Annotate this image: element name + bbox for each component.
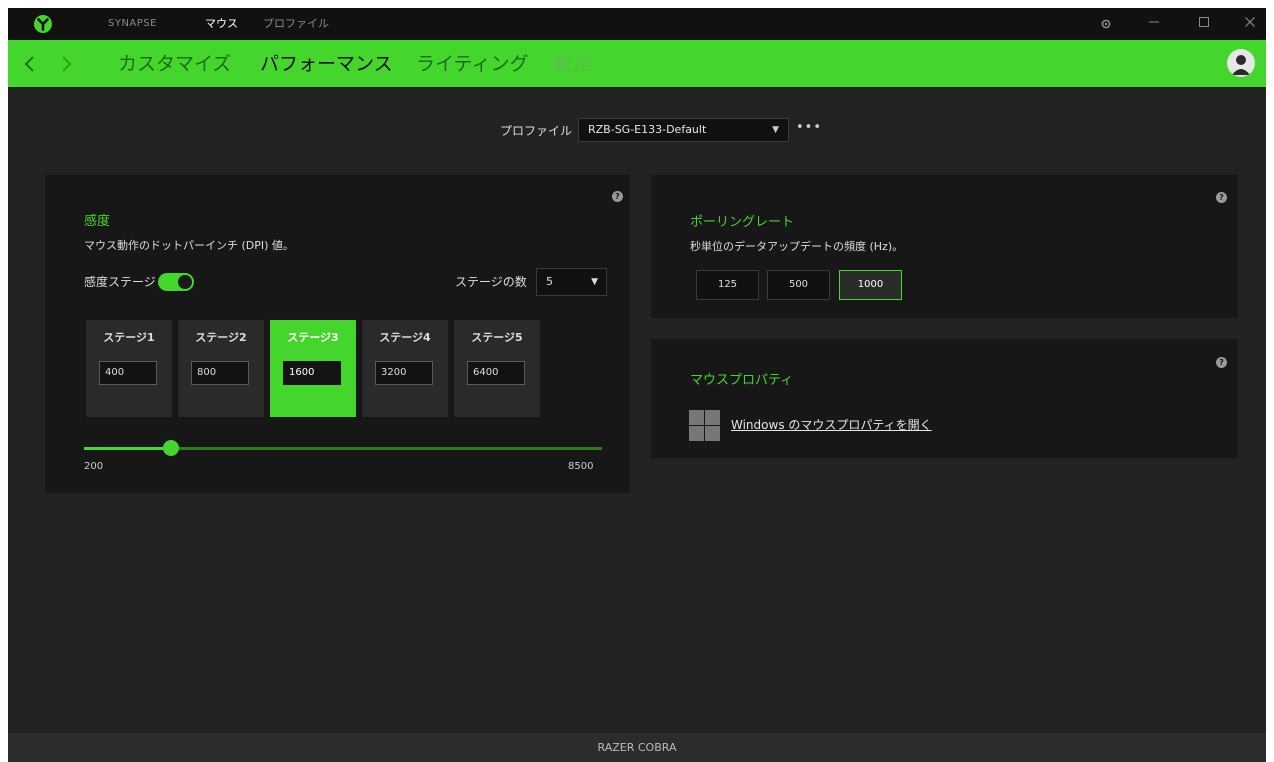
dpi-min-label: 200 [84, 461, 104, 472]
polling-500-button[interactable]: 500 [767, 270, 830, 300]
synapse-tab[interactable]: SYNAPSE [108, 17, 157, 31]
mouse-properties-title: マウスプロパティ [690, 373, 794, 388]
close-icon[interactable] [1242, 16, 1258, 32]
sensitivity-panel: ? 感度 マウス動作のドットパーインチ (DPI) 値。 感度ステージ ステージ… [45, 175, 630, 493]
stage-card-4[interactable]: ステージ4 3200 [362, 320, 448, 417]
mouse-tab[interactable]: マウス [205, 17, 238, 31]
sensitivity-stages-toggle[interactable] [158, 273, 194, 291]
stage-label: ステージ4 [379, 331, 431, 344]
device-name: RAZER COBRA [597, 741, 677, 754]
synapse-window: SYNAPSE マウス プロファイル カスタマイズ パフォーマンス ライティング… [8, 8, 1266, 762]
forward-arrow-icon[interactable] [58, 54, 74, 74]
stage-card-2[interactable]: ステージ2 800 [178, 320, 264, 417]
windows-mouse-properties-link[interactable]: Windows のマウスプロパティを開く [731, 417, 932, 433]
stage-dpi-input[interactable]: 6400 [467, 361, 525, 385]
tab-performance[interactable]: パフォーマンス [260, 52, 393, 76]
back-arrow-icon[interactable] [22, 54, 38, 74]
stage-count-value: 5 [546, 275, 553, 288]
polling-rate-description: 秒単位のデータアップデートの頻度 (Hz)。 [690, 240, 904, 253]
stage-card-1[interactable]: ステージ1 400 [86, 320, 172, 417]
polling-125-button[interactable]: 125 [696, 270, 759, 300]
stage-label: ステージ5 [471, 331, 523, 344]
profile-dropdown[interactable]: RZB-SG-E133-Default ▼ [578, 118, 789, 142]
polling-1000-button[interactable]: 1000 [839, 270, 902, 300]
maximize-icon[interactable] [1196, 16, 1212, 32]
stage-count-dropdown[interactable]: 5 ▼ [536, 268, 607, 296]
tab-lighting[interactable]: ライティング [416, 52, 528, 76]
help-icon[interactable]: ? [1216, 192, 1227, 203]
nav-bar: カスタマイズ パフォーマンス ライティング 較正 [8, 40, 1266, 87]
dpi-slider-track[interactable] [84, 440, 602, 456]
sensitivity-stages-label: 感度ステージ [84, 275, 156, 289]
title-bar: SYNAPSE マウス プロファイル [8, 8, 1266, 40]
minimize-icon[interactable] [1146, 16, 1162, 32]
stage-count-label: ステージの数 [455, 275, 527, 289]
mouse-properties-panel: ? マウスプロパティ Windows のマウスプロパティを開く [651, 339, 1238, 458]
user-avatar-icon[interactable] [1227, 49, 1255, 77]
profile-tab[interactable]: プロファイル [263, 17, 329, 31]
stage-dpi-input[interactable]: 400 [99, 361, 157, 385]
windows-logo-icon [689, 410, 720, 441]
device-footer: RAZER COBRA [8, 733, 1266, 762]
stage-label: ステージ1 [103, 331, 155, 344]
profile-selected-value: RZB-SG-E133-Default [588, 123, 707, 136]
chevron-down-icon: ▼ [772, 125, 779, 135]
stage-dpi-input[interactable]: 800 [191, 361, 249, 385]
sensitivity-title: 感度 [84, 214, 111, 229]
help-icon[interactable]: ? [612, 191, 623, 202]
stage-card-3[interactable]: ステージ3 1600 [270, 320, 356, 417]
dpi-max-label: 8500 [568, 461, 594, 472]
settings-icon[interactable] [1098, 16, 1114, 32]
more-options-button[interactable]: ••• [796, 120, 822, 135]
stage-dpi-input[interactable]: 3200 [375, 361, 433, 385]
polling-rate-title: ポーリングレート [690, 215, 795, 230]
chevron-down-icon: ▼ [591, 277, 598, 287]
dpi-slider-thumb[interactable] [163, 440, 180, 456]
razer-logo-icon[interactable] [33, 14, 53, 34]
tab-customize[interactable]: カスタマイズ [118, 52, 231, 76]
stage-dpi-input[interactable]: 1600 [283, 361, 341, 385]
tab-calibration[interactable]: 較正 [554, 52, 592, 76]
help-icon[interactable]: ? [1216, 357, 1227, 368]
stage-card-5[interactable]: ステージ5 6400 [454, 320, 540, 417]
dpi-slider-fill [84, 447, 172, 450]
toggle-knob [178, 275, 192, 289]
profile-label: プロファイル [500, 124, 573, 138]
stage-label: ステージ2 [195, 331, 247, 344]
stage-label: ステージ3 [287, 331, 339, 344]
sensitivity-description: マウス動作のドットパーインチ (DPI) 値。 [84, 239, 294, 252]
polling-rate-panel: ? ポーリングレート 秒単位のデータアップデートの頻度 (Hz)。 125 50… [651, 175, 1238, 318]
